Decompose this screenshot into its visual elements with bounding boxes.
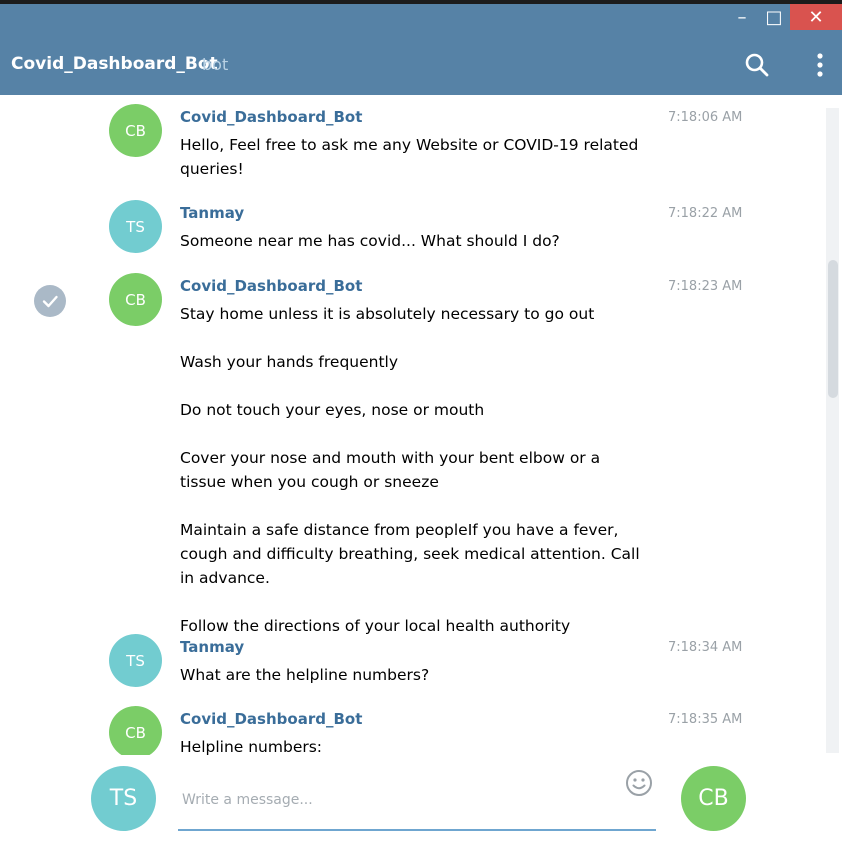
message-text: Helpline numbers: <box>180 738 323 755</box>
message-text: Someone near me has covid... What should… <box>180 232 560 250</box>
avatar[interactable]: CB <box>109 706 162 755</box>
avatar[interactable]: CB <box>109 104 162 157</box>
message-list[interactable]: CB Covid_Dashboard_Bot 7:18:06 AM Hello,… <box>0 95 842 755</box>
avatar[interactable]: TS <box>109 200 162 253</box>
message-time: 7:18:23 AM <box>668 279 743 294</box>
self-avatar[interactable]: TS <box>91 766 156 831</box>
message-input[interactable] <box>178 766 626 834</box>
message-time: 7:18:22 AM <box>668 206 743 221</box>
message-sender[interactable]: Tanmay <box>180 204 244 222</box>
message-text: What are the helpline numbers? <box>180 666 430 684</box>
chat-title[interactable]: Covid_Dashboard_Bot <box>11 54 218 74</box>
message-text: Stay home unless it is absolutely necess… <box>180 305 640 635</box>
more-vertical-icon[interactable] <box>812 52 828 78</box>
avatar[interactable]: TS <box>109 634 162 687</box>
message-text: Hello, Feel free to ask me any Website o… <box>180 136 639 178</box>
message-time: 7:18:35 AM <box>668 712 743 727</box>
scrollbar-track[interactable] <box>826 108 839 753</box>
bot-tag: bot <box>202 55 229 74</box>
search-icon[interactable] <box>744 52 770 78</box>
message-time: 7:18:34 AM <box>668 640 743 655</box>
close-button[interactable]: ✕ <box>790 4 842 30</box>
message-sender[interactable]: Covid_Dashboard_Bot <box>180 277 362 295</box>
scrollbar-thumb[interactable] <box>828 260 838 398</box>
message-sender[interactable]: Covid_Dashboard_Bot <box>180 710 362 728</box>
message-sender[interactable]: Tanmay <box>180 638 244 656</box>
emoji-icon[interactable] <box>624 768 654 798</box>
selected-check-icon[interactable] <box>34 285 66 317</box>
message-sender[interactable]: Covid_Dashboard_Bot <box>180 108 362 126</box>
avatar[interactable]: CB <box>109 273 162 326</box>
input-underline <box>178 829 656 831</box>
message-time: 7:18:06 AM <box>668 110 743 125</box>
send-button[interactable]: CB <box>681 766 746 831</box>
